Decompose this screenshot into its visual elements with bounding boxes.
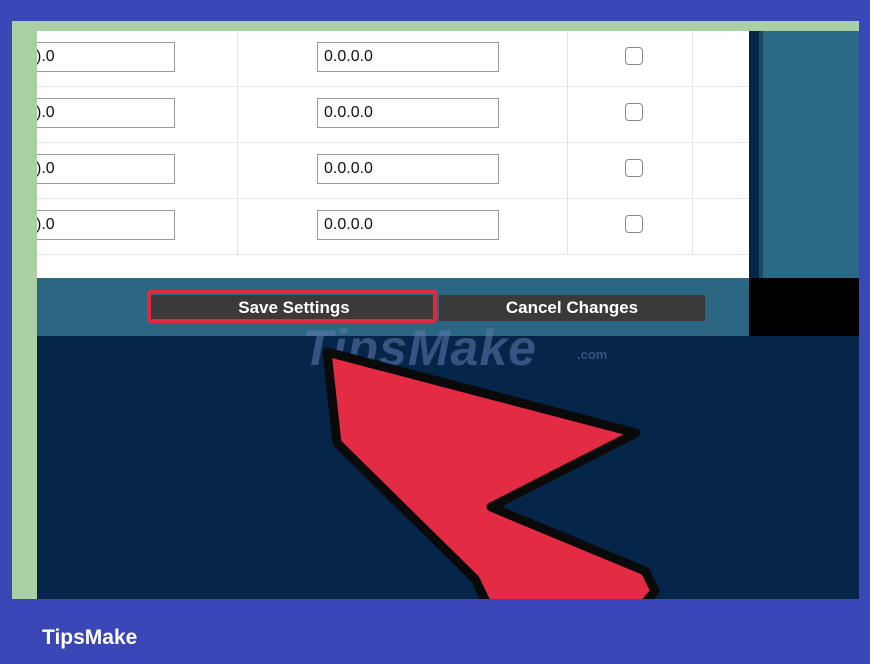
red-arrow-icon [322,347,660,599]
red-arrow-shape [322,347,660,599]
screenshot-area: ).0 0.0.0.0 ).0 0.0.0.0 ).0 0.0.0.0).0 … [12,21,859,599]
caption: TipsMake [42,626,138,649]
router-settings-panel: ).0 0.0.0.0 ).0 0.0.0.0 ).0 0.0.0.0).0 … [37,31,859,599]
image-frame: ).0 0.0.0.0 ).0 0.0.0.0 ).0 0.0.0.0).0 … [0,0,870,664]
